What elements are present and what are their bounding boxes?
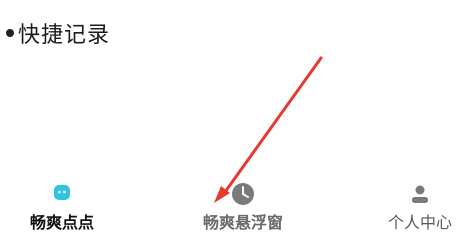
- tab-floating-window[interactable]: 畅爽悬浮窗: [190, 178, 296, 240]
- tab-home-label: 畅爽点点: [29, 213, 94, 232]
- quick-record-label: 快捷记录: [18, 23, 111, 48]
- bullet-dot: [6, 29, 14, 37]
- tab-profile[interactable]: 个人中心: [370, 178, 470, 240]
- tab-floating-window-label: 畅爽悬浮窗: [202, 213, 283, 232]
- person-icon: [405, 181, 435, 207]
- tab-profile-label: 个人中心: [387, 213, 452, 232]
- mascot-icon: [47, 181, 77, 207]
- bottom-tab-bar: 畅爽点点 畅爽悬浮窗 个人中心: [0, 178, 474, 240]
- tab-home[interactable]: 畅爽点点: [14, 178, 110, 240]
- quick-record-item[interactable]: 快捷记录: [6, 16, 110, 50]
- clock-icon: [228, 181, 258, 207]
